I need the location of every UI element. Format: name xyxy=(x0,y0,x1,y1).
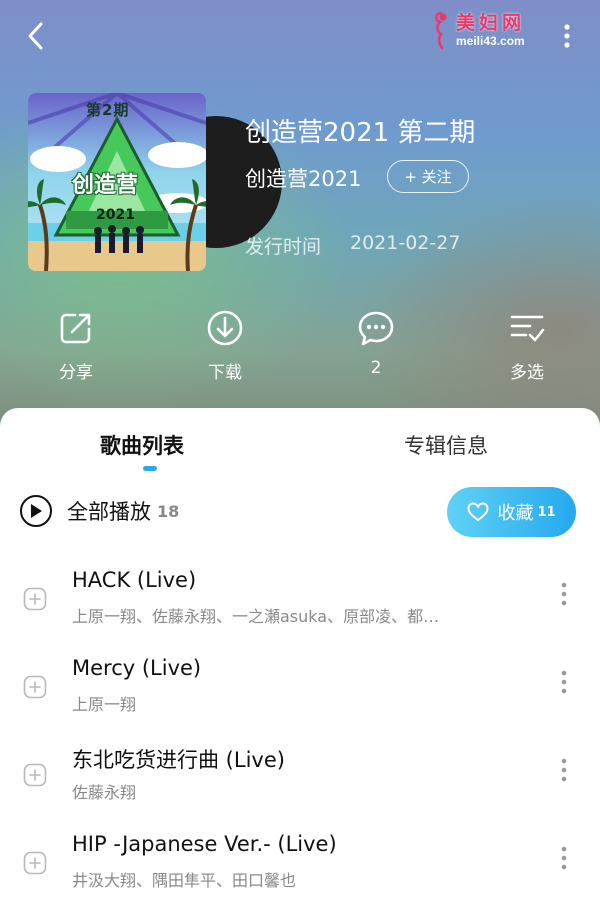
play-all-button[interactable]: 全部播放 18 xyxy=(20,495,179,527)
song-artists: 井汲大翔、隅田隼平、田口馨也 xyxy=(72,871,297,890)
collect-button[interactable]: 收藏 11 xyxy=(447,487,576,537)
more-button[interactable] xyxy=(552,18,582,54)
comment-icon xyxy=(356,308,396,348)
collect-count: 11 xyxy=(537,504,556,520)
song-row[interactable]: HACK (Live) 上原一翔、佐藤永翔、一之瀬asuka、原部凌、都… xyxy=(0,566,600,654)
plus-box-icon xyxy=(23,851,47,875)
more-vertical-icon xyxy=(561,846,567,870)
release-label: 发行时间 xyxy=(245,236,322,258)
comment-count: 2 xyxy=(370,358,382,378)
play-all-label: 全部播放 xyxy=(67,500,151,524)
watermark: 美妇网 meili43.com xyxy=(430,8,548,52)
cover-year-text: 2021 xyxy=(96,207,135,223)
add-song-button[interactable] xyxy=(23,763,47,787)
song-row[interactable]: HIP -Japanese Ver.- (Live) 井汲大翔、隅田隼平、田口馨… xyxy=(0,830,600,910)
collect-label: 收藏 xyxy=(497,503,534,524)
download-button[interactable]: 下载 xyxy=(180,308,270,388)
cover-issue-text: 第2期 xyxy=(86,101,130,119)
release-date: 2021-02-27 xyxy=(350,232,461,254)
song-title: Mercy (Live) xyxy=(72,656,202,680)
play-icon xyxy=(20,495,52,527)
plus-box-icon xyxy=(23,587,47,611)
song-title: HIP -Japanese Ver.- (Live) xyxy=(72,832,337,856)
tab-indicator xyxy=(143,466,157,471)
album-cover[interactable]: 第2期 创造营 2021 xyxy=(28,93,206,271)
download-label: 下载 xyxy=(208,363,242,383)
download-icon xyxy=(205,308,245,348)
more-vertical-icon xyxy=(561,758,567,782)
follow-button[interactable]: + 关注 xyxy=(387,160,469,193)
heart-icon xyxy=(467,502,489,522)
watermark-url: meili43.com xyxy=(456,34,525,48)
song-list-panel: 歌曲列表 专辑信息 全部播放 18 收藏 11 HACK (Live) 上原一翔… xyxy=(0,408,600,910)
more-vertical-icon xyxy=(561,582,567,606)
artist-name[interactable]: 创造营2021 xyxy=(245,163,361,193)
song-artists: 上原一翔 xyxy=(72,695,137,714)
song-count: 18 xyxy=(157,501,180,521)
share-label: 分享 xyxy=(59,363,93,383)
back-button[interactable] xyxy=(18,18,54,54)
song-artists: 佐藤永翔 xyxy=(72,783,137,802)
share-button[interactable]: 分享 xyxy=(31,308,121,388)
more-vertical-icon xyxy=(564,24,570,48)
song-artists: 上原一翔、佐藤永翔、一之瀬asuka、原部凌、都… xyxy=(72,607,440,626)
song-more-button[interactable] xyxy=(552,664,576,700)
plus-box-icon xyxy=(23,675,47,699)
song-more-button[interactable] xyxy=(552,752,576,788)
tab-song-list[interactable]: 歌曲列表 xyxy=(100,430,184,460)
add-song-button[interactable] xyxy=(23,675,47,699)
plus-box-icon xyxy=(23,763,47,787)
chevron-left-icon xyxy=(28,22,43,50)
comment-button[interactable]: 2 xyxy=(331,308,421,388)
song-title: HACK (Live) xyxy=(72,568,197,592)
add-song-button[interactable] xyxy=(23,587,47,611)
share-icon xyxy=(56,308,96,348)
add-song-button[interactable] xyxy=(23,851,47,875)
multi-select-button[interactable]: 多选 xyxy=(482,308,572,388)
song-more-button[interactable] xyxy=(552,576,576,612)
song-row[interactable]: 东北吃货进行曲 (Live) 佐藤永翔 xyxy=(0,742,600,830)
song-title: 东北吃货进行曲 (Live) xyxy=(72,748,285,772)
more-vertical-icon xyxy=(561,670,567,694)
song-more-button[interactable] xyxy=(552,840,576,876)
album-title: 创造营2021 第二期 xyxy=(245,118,476,148)
song-row[interactable]: Mercy (Live) 上原一翔 xyxy=(0,654,600,742)
multi-select-label: 多选 xyxy=(510,363,544,383)
multi-select-icon xyxy=(507,308,547,348)
watermark-figure-icon xyxy=(435,11,447,50)
cover-name-text: 创造营 xyxy=(72,173,139,198)
watermark-title: 美妇网 xyxy=(456,12,526,34)
tab-album-info[interactable]: 专辑信息 xyxy=(404,430,488,460)
